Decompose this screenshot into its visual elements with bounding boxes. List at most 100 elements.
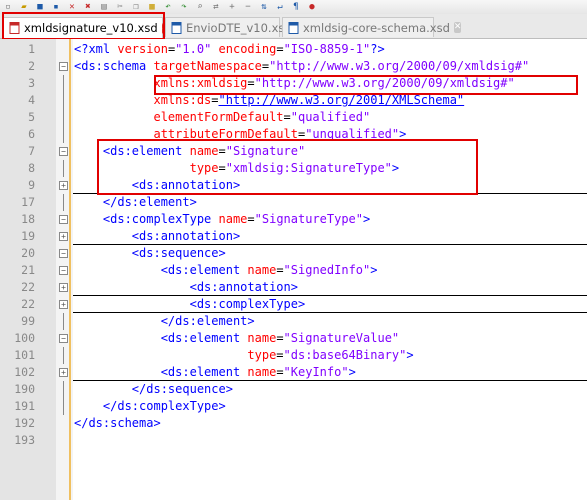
code-line[interactable]: 1 <?xml version="1.0" encoding="ISO-8859-… bbox=[0, 41, 587, 58]
fold-expand-icon[interactable]: + bbox=[59, 232, 68, 241]
code-token: > bbox=[290, 280, 298, 294]
fold-collapse-icon[interactable]: − bbox=[59, 62, 68, 71]
fold-collapse-icon[interactable]: − bbox=[59, 215, 68, 224]
code-token: < bbox=[74, 229, 140, 243]
print-icon[interactable]: ▤ bbox=[98, 2, 110, 12]
code-line[interactable]: 99 </ds:element> bbox=[0, 313, 587, 330]
code-token: "http://www.w3.org/2000/09/xmldsig#" bbox=[269, 59, 530, 73]
tab-enviodte[interactable]: EnvioDTE_v10.xsd ✕ bbox=[165, 17, 304, 37]
code-line[interactable]: 5 elementFormDefault="qualified" bbox=[0, 109, 587, 126]
code-text: </ds:element> bbox=[74, 194, 197, 211]
code-token: ds:element bbox=[175, 314, 248, 328]
sync-icon[interactable]: ⇅ bbox=[258, 2, 270, 12]
code-token: < bbox=[74, 212, 111, 226]
code-line[interactable]: 193 bbox=[0, 432, 587, 449]
tab-close-icon[interactable]: ✕ bbox=[453, 22, 462, 33]
code-line[interactable]: 192 </ds:schema> bbox=[0, 415, 587, 432]
code-token: ds:schema bbox=[88, 416, 154, 430]
line-number: 5 bbox=[28, 110, 35, 124]
fold-collapse-icon[interactable]: − bbox=[59, 147, 68, 156]
code-token: < bbox=[74, 297, 197, 311]
code-text: <ds:schema targetNamespace="http://www.w… bbox=[74, 58, 529, 75]
fold-collapse-icon[interactable]: − bbox=[59, 266, 68, 275]
line-number: 190 bbox=[14, 382, 35, 396]
fold-guide-line bbox=[63, 126, 64, 143]
code-line[interactable]: 102 + <ds:element name="KeyInfo"> bbox=[0, 364, 587, 381]
code-token: </ bbox=[74, 195, 118, 209]
undo-icon[interactable]: ↶ bbox=[162, 2, 174, 12]
fold-expand-icon[interactable]: + bbox=[59, 283, 68, 292]
line-number: 100 bbox=[14, 331, 35, 345]
fold-expand-icon[interactable]: + bbox=[59, 368, 68, 377]
wrap-icon[interactable]: ↵ bbox=[274, 2, 286, 12]
cut-icon[interactable]: ✂ bbox=[114, 2, 126, 12]
code-editor[interactable]: 1 <?xml version="1.0" encoding="ISO-8859-… bbox=[0, 39, 587, 500]
code-token: ds:annotation bbox=[196, 280, 291, 294]
tab-label: xmldsig-core-schema.xsd bbox=[303, 20, 450, 35]
fold-guide-line bbox=[63, 109, 64, 126]
line-number: 7 bbox=[28, 144, 35, 158]
find-icon[interactable]: ⌕ bbox=[194, 2, 206, 12]
code-line[interactable]: 19 + <ds:annotation> bbox=[0, 228, 587, 245]
code-line[interactable]: 22 + <ds:complexType> bbox=[0, 296, 587, 313]
code-line[interactable]: 190 </ds:sequence> bbox=[0, 381, 587, 398]
fold-collapse-icon[interactable]: − bbox=[59, 249, 68, 258]
code-token: xml bbox=[88, 42, 118, 56]
code-text: <ds:element name="SignatureValue" bbox=[74, 330, 399, 347]
code-token: = bbox=[276, 331, 284, 345]
close-all-icon[interactable]: ✖ bbox=[82, 2, 94, 12]
code-line[interactable]: 18 − <ds:complexType name="SignatureType"… bbox=[0, 211, 587, 228]
macro-icon[interactable]: ● bbox=[306, 2, 318, 12]
code-token: = bbox=[261, 59, 270, 73]
fold-guide-line bbox=[63, 75, 64, 92]
close-icon[interactable]: ✕ bbox=[66, 2, 78, 12]
save-icon[interactable]: ■ bbox=[34, 2, 46, 12]
code-line[interactable]: 100 − <ds:element name="SignatureValue" bbox=[0, 330, 587, 347]
code-text: <ds:annotation> bbox=[74, 228, 240, 245]
paste-icon[interactable]: ▦ bbox=[146, 2, 158, 12]
redo-icon[interactable]: ↷ bbox=[178, 2, 190, 12]
code-token: > bbox=[218, 399, 226, 413]
code-token: ds:element bbox=[117, 195, 190, 209]
code-token: encoding bbox=[211, 42, 277, 56]
fold-expand-icon[interactable]: + bbox=[59, 300, 68, 309]
fold-guide-line bbox=[63, 92, 64, 109]
file-icon bbox=[171, 21, 182, 34]
code-token: </ bbox=[74, 314, 176, 328]
tab-xmldsig-core[interactable]: xmldsig-core-schema.xsd ✕ bbox=[282, 17, 462, 37]
fold-collapse-icon[interactable]: − bbox=[59, 334, 68, 343]
replace-icon[interactable]: ⇄ bbox=[210, 2, 222, 12]
code-line[interactable]: 101 type="ds:base64Binary"> bbox=[0, 347, 587, 364]
code-token: > bbox=[247, 314, 255, 328]
line-number: 19 bbox=[21, 229, 35, 243]
code-line[interactable]: 22 + <ds:annotation> bbox=[0, 279, 587, 296]
fold-expand-icon[interactable]: + bbox=[59, 181, 68, 190]
code-token: < bbox=[74, 246, 140, 260]
new-file-icon[interactable]: ▫ bbox=[2, 2, 14, 12]
code-line[interactable]: 2 − <ds:schema targetNamespace="http://www… bbox=[0, 58, 587, 75]
zoom-in-icon[interactable]: + bbox=[226, 2, 238, 12]
code-line[interactable]: 20 − <ds:sequence> bbox=[0, 245, 587, 262]
open-file-icon[interactable]: ▰ bbox=[18, 2, 30, 12]
code-line[interactable]: 17 </ds:element> bbox=[0, 194, 587, 211]
code-token: elementFormDefault bbox=[74, 110, 284, 124]
zoom-out-icon[interactable]: − bbox=[242, 2, 254, 12]
code-text: </ds:element> bbox=[74, 313, 255, 330]
copy-icon[interactable]: ❐ bbox=[130, 2, 142, 12]
line-number: 8 bbox=[28, 161, 35, 175]
code-token: "ISO-8859-1" bbox=[283, 42, 371, 56]
code-token: name bbox=[247, 331, 277, 345]
line-number: 22 bbox=[21, 297, 35, 311]
line-number: 18 bbox=[21, 212, 35, 226]
code-text: </ds:complexType> bbox=[74, 398, 226, 415]
code-token: <? bbox=[74, 42, 89, 56]
code-token: > bbox=[406, 348, 414, 362]
indent-guide-icon[interactable]: ¶ bbox=[290, 2, 302, 12]
code-line[interactable]: 21 − <ds:element name="SignedInfo"> bbox=[0, 262, 587, 279]
code-token: ds:complexType bbox=[110, 212, 219, 226]
code-token: < bbox=[74, 280, 197, 294]
code-token: < bbox=[74, 263, 168, 277]
save-all-icon[interactable]: ▪ bbox=[50, 2, 62, 12]
code-token: > bbox=[218, 246, 226, 260]
code-line[interactable]: 191 </ds:complexType> bbox=[0, 398, 587, 415]
